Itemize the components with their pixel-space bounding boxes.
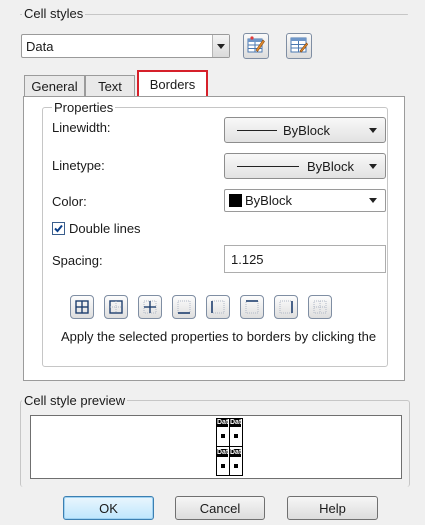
preview-dot (221, 464, 225, 468)
tab-text-label: Text (98, 79, 122, 94)
tab-borders[interactable]: Borders (137, 70, 208, 96)
preview-divider (229, 419, 230, 446)
properties-group (42, 107, 388, 367)
tab-borders-label: Borders (149, 76, 196, 92)
help-button[interactable]: Help (287, 496, 378, 520)
cell-style-value: Data (26, 39, 54, 54)
preview-table: Dat Dat Dat Dat (216, 418, 243, 476)
spacing-input[interactable]: 1.125 (224, 245, 386, 273)
double-lines-checkbox[interactable] (52, 222, 65, 235)
no-border-button[interactable] (308, 295, 332, 319)
chevron-down-icon[interactable] (361, 154, 385, 178)
outside-borders-button[interactable] (104, 295, 128, 319)
preview-row: Dat Dat (217, 419, 242, 447)
preview-cell-text: Dat (230, 419, 242, 427)
linetype-label: Linetype: (52, 158, 105, 173)
line-sample-icon (237, 130, 277, 131)
preview-cell-text: Dat (230, 449, 242, 457)
cell-style-icon (290, 36, 309, 57)
right-border-button[interactable] (274, 295, 298, 319)
apply-borders-hint: Apply the selected properties to borders… (61, 329, 377, 344)
cancel-button[interactable]: Cancel (175, 496, 265, 520)
preview-cell-text: Dat (217, 419, 229, 427)
preview-divider (229, 447, 230, 475)
properties-title: Properties (52, 100, 116, 115)
outside-borders-icon (109, 300, 123, 314)
chevron-down-icon[interactable] (212, 35, 229, 57)
color-swatch (229, 194, 242, 207)
all-borders-button[interactable] (70, 295, 94, 319)
double-lines-label[interactable]: Double lines (69, 221, 141, 236)
left-border-icon (211, 300, 225, 314)
launch-table-style-dialog-button[interactable] (243, 33, 269, 59)
top-border-icon (245, 300, 259, 314)
linewidth-label: Linewidth: (52, 120, 111, 135)
spacing-label: Spacing: (52, 253, 103, 268)
tab-text[interactable]: Text (85, 75, 135, 97)
cell-style-select[interactable]: Data (21, 34, 230, 58)
tab-general-label: General (31, 79, 78, 94)
linetype-select[interactable]: ByBlock (224, 153, 386, 179)
bottom-border-icon (177, 300, 191, 314)
cell-styles-title: Cell styles (22, 6, 86, 21)
preview-dot (234, 464, 238, 468)
chevron-down-icon[interactable] (361, 118, 385, 142)
cell-style-preview: Dat Dat Dat Dat (30, 415, 402, 479)
borders-tab-panel: Properties Linewidth: ByBlock Linetype: … (23, 96, 405, 381)
inside-borders-button[interactable] (138, 295, 162, 319)
bottom-border-button[interactable] (172, 295, 196, 319)
color-value: ByBlock (245, 193, 292, 208)
line-sample-icon (237, 166, 299, 167)
table-style-edit-icon (247, 35, 265, 57)
preview-dot (234, 434, 238, 438)
linewidth-value: ByBlock (283, 123, 330, 138)
chevron-down-icon[interactable] (361, 190, 385, 211)
cell-style-preview-title: Cell style preview (22, 393, 128, 408)
edit-cell-style-button[interactable] (286, 33, 312, 59)
linewidth-select[interactable]: ByBlock (224, 117, 386, 143)
inside-borders-icon (143, 300, 157, 314)
preview-dot (221, 434, 225, 438)
color-select[interactable]: ByBlock (224, 189, 386, 212)
no-border-icon (313, 300, 327, 314)
preview-cell-text: Dat (217, 449, 229, 457)
ok-button[interactable]: OK (63, 496, 154, 520)
checkmark-icon (54, 224, 63, 233)
left-border-button[interactable] (206, 295, 230, 319)
tab-general[interactable]: General (24, 75, 85, 97)
preview-row: Dat Dat (217, 447, 242, 475)
right-border-icon (279, 300, 293, 314)
top-border-button[interactable] (240, 295, 264, 319)
all-borders-icon (75, 300, 89, 314)
linetype-value: ByBlock (307, 159, 354, 174)
color-label: Color: (52, 194, 87, 209)
